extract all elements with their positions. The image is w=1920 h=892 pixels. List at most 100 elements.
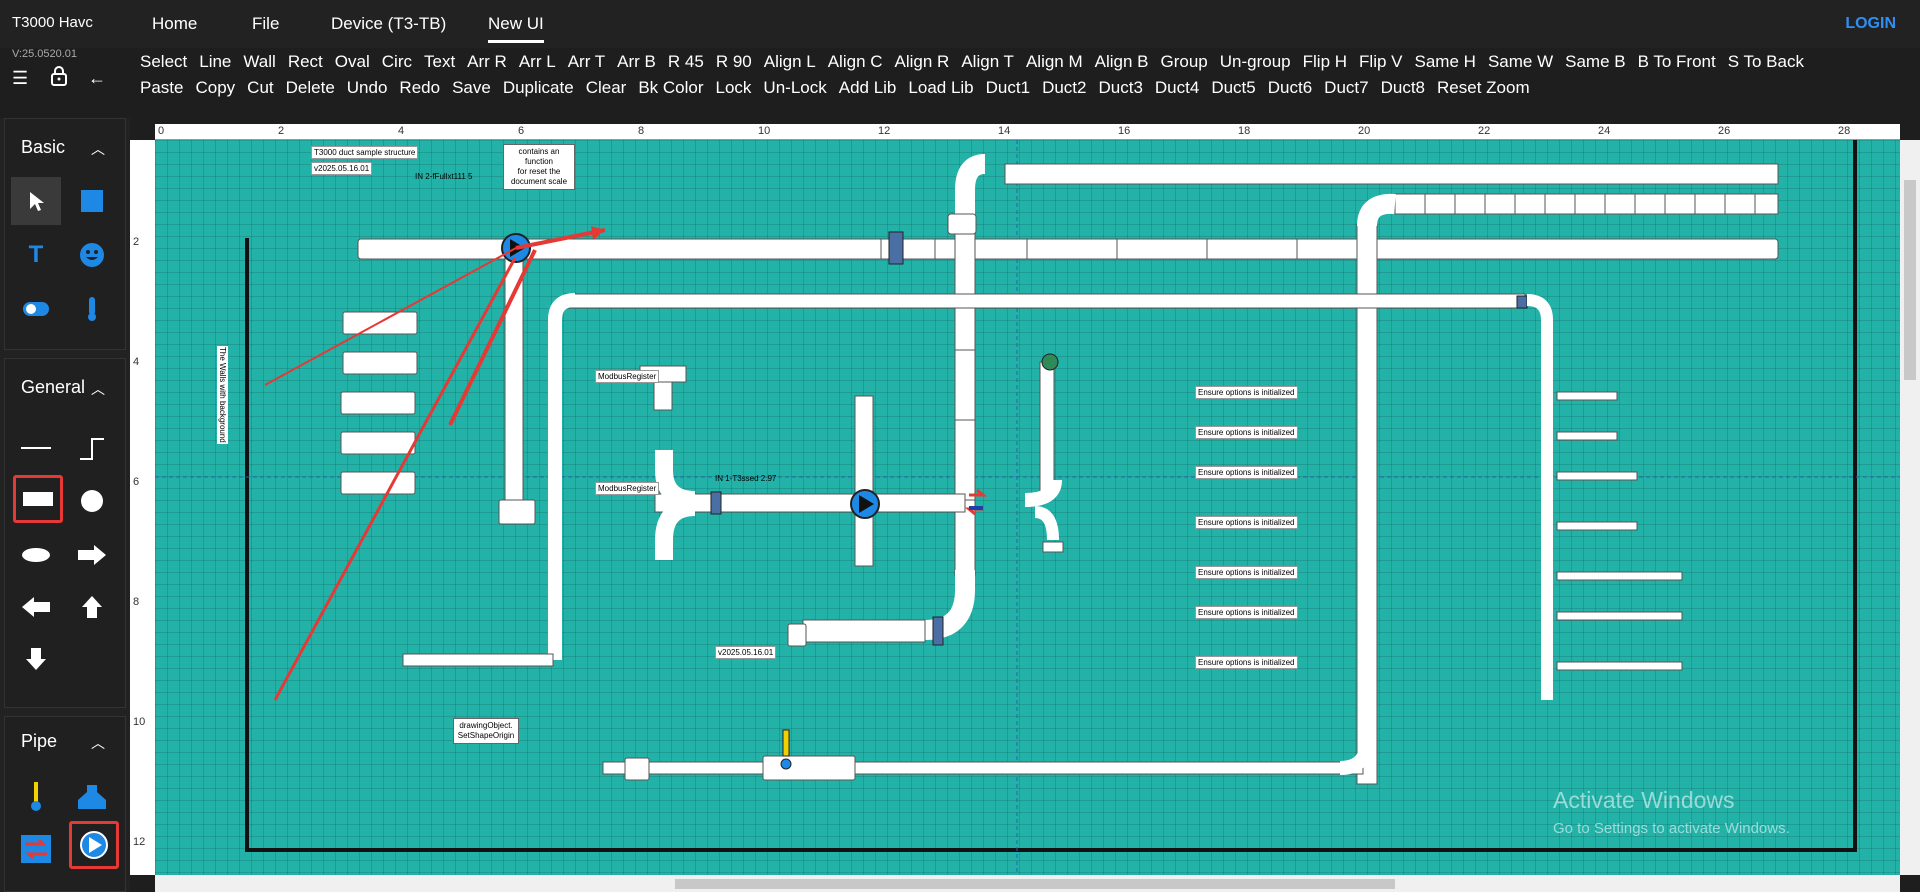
chevron-up-icon[interactable]: ︿ (91, 379, 105, 399)
pump2-label[interactable]: IN 1-T3ssed 2.97 (715, 474, 776, 483)
toolbar-button-align-b[interactable]: Align B (1095, 52, 1149, 72)
toolbar-button-delete[interactable]: Delete (286, 78, 335, 98)
ensure-label[interactable]: Ensure options is initialized (1195, 386, 1298, 399)
tab-new-ui[interactable]: New UI (488, 14, 544, 43)
select-tool-icon[interactable] (11, 177, 61, 225)
toolbar-button-duct1[interactable]: Duct1 (986, 78, 1030, 98)
toolbar-button-duct7[interactable]: Duct7 (1324, 78, 1368, 98)
toolbar-button-duplicate[interactable]: Duplicate (503, 78, 574, 98)
toolbar-button-same-w[interactable]: Same W (1488, 52, 1553, 72)
version-label-2[interactable]: v2025.05.16.01 (715, 646, 777, 659)
toolbar-button-undo[interactable]: Undo (347, 78, 388, 98)
toolbar-button-flip-v[interactable]: Flip V (1359, 52, 1402, 72)
arrow-down-tool-icon[interactable] (11, 635, 61, 683)
toolbar-button-duct5[interactable]: Duct5 (1211, 78, 1255, 98)
toolbar-button-same-h[interactable]: Same H (1415, 52, 1476, 72)
rect-tool-icon[interactable] (67, 177, 117, 225)
toolbar-button-paste[interactable]: Paste (140, 78, 183, 98)
toolbar-button-bk-color[interactable]: Bk Color (638, 78, 703, 98)
toolbar-button-clear[interactable]: Clear (586, 78, 627, 98)
note-reset-scale[interactable]: contains an function for reset the docum… (503, 144, 575, 190)
toolbar-button-copy[interactable]: Copy (195, 78, 235, 98)
toolbar-button-group[interactable]: Group (1161, 52, 1208, 72)
toolbar-button-reset-zoom[interactable]: Reset Zoom (1437, 78, 1530, 98)
toolbar-button-circ[interactable]: Circ (382, 52, 412, 72)
login-button[interactable]: LOGIN (1845, 15, 1896, 33)
toolbar-button-un-lock[interactable]: Un-Lock (763, 78, 826, 98)
toolbar-button-line[interactable]: Line (199, 52, 231, 72)
horizontal-scrollbar[interactable] (155, 875, 1900, 892)
toolbar-button-cut[interactable]: Cut (247, 78, 273, 98)
heat-exchanger-tool-icon[interactable] (11, 825, 61, 873)
modbus-label[interactable]: ModbusRegister (595, 482, 660, 495)
ensure-label[interactable]: Ensure options is initialized (1195, 426, 1298, 439)
vertical-scrollbar[interactable] (1900, 140, 1920, 875)
toolbar-button-align-l[interactable]: Align L (764, 52, 816, 72)
arrow-up-tool-icon[interactable] (67, 583, 117, 631)
circle-tool-icon[interactable] (67, 477, 117, 525)
toolbar-button-lock[interactable]: Lock (716, 78, 752, 98)
scroll-thumb[interactable] (1904, 180, 1916, 380)
version-label[interactable]: v2025.05.16.01 (311, 162, 373, 175)
ensure-label[interactable]: Ensure options is initialized (1195, 466, 1298, 479)
drawing-canvas[interactable]: T3000 duct sample structure v2025.05.16.… (155, 140, 1900, 875)
toolbar-button-load-lib[interactable]: Load Lib (908, 78, 973, 98)
toolbar-button-add-lib[interactable]: Add Lib (839, 78, 897, 98)
ensure-label[interactable]: Ensure options is initialized (1195, 656, 1298, 669)
text-tool-icon[interactable]: T (11, 231, 61, 279)
arrow-left-tool-icon[interactable] (11, 583, 61, 631)
arrow-right-tool-icon[interactable] (67, 531, 117, 579)
toolbar-button-duct8[interactable]: Duct8 (1381, 78, 1425, 98)
toolbar-button-b-to-front[interactable]: B To Front (1638, 52, 1716, 72)
modbus-label[interactable]: ModbusRegister (595, 370, 660, 383)
sensor-tool-icon[interactable] (11, 773, 61, 821)
toolbar-button-align-r[interactable]: Align R (895, 52, 950, 72)
scroll-thumb[interactable] (675, 879, 1395, 889)
toolbar-button-text[interactable]: Text (424, 52, 455, 72)
emoji-tool-icon[interactable] (67, 231, 117, 279)
toggle-tool-icon[interactable] (11, 285, 61, 333)
step-line-tool-icon[interactable] (67, 425, 117, 473)
vertical-note[interactable]: The Walls with background (217, 346, 228, 444)
menu-icon[interactable]: ☰ (12, 68, 28, 89)
toolbar-button-duct6[interactable]: Duct6 (1268, 78, 1312, 98)
damper-tool-icon[interactable] (67, 773, 117, 821)
toolbar-button-flip-h[interactable]: Flip H (1303, 52, 1347, 72)
ensure-label[interactable]: Ensure options is initialized (1195, 606, 1298, 619)
pump-label[interactable]: IN 2-fFullxt111 5 (415, 172, 473, 181)
toolbar-button-arr-t[interactable]: Arr T (568, 52, 605, 72)
toolbar-button-align-c[interactable]: Align C (828, 52, 883, 72)
toolbar-button-same-b[interactable]: Same B (1565, 52, 1625, 72)
ensure-label[interactable]: Ensure options is initialized (1195, 566, 1298, 579)
toolbar-button-select[interactable]: Select (140, 52, 187, 72)
chevron-up-icon[interactable]: ︿ (91, 733, 105, 753)
tab-device[interactable]: Device (T3-TB) (331, 14, 446, 34)
drawing-note[interactable]: drawingObject. SetShapeOrigin (453, 718, 519, 744)
toolbar-button-duct3[interactable]: Duct3 (1098, 78, 1142, 98)
lock-icon[interactable] (50, 66, 68, 91)
title-label[interactable]: T3000 duct sample structure (311, 146, 419, 159)
toolbar-button-duct4[interactable]: Duct4 (1155, 78, 1199, 98)
toolbar-button-wall[interactable]: Wall (243, 52, 275, 72)
chevron-up-icon[interactable]: ︿ (91, 139, 105, 159)
toolbar-button-oval[interactable]: Oval (335, 52, 370, 72)
toolbar-button-redo[interactable]: Redo (399, 78, 440, 98)
ensure-label[interactable]: Ensure options is initialized (1195, 516, 1298, 529)
toolbar-button-align-m[interactable]: Align M (1026, 52, 1083, 72)
toolbar-button-save[interactable]: Save (452, 78, 491, 98)
thermometer-tool-icon[interactable] (67, 285, 117, 333)
toolbar-button-rect[interactable]: Rect (288, 52, 323, 72)
toolbar-button-arr-r[interactable]: Arr R (467, 52, 507, 72)
back-arrow-icon[interactable]: ← (88, 68, 106, 89)
toolbar-button-arr-l[interactable]: Arr L (519, 52, 556, 72)
tab-file[interactable]: File (252, 14, 279, 34)
toolbar-button-align-t[interactable]: Align T (961, 52, 1014, 72)
toolbar-button-duct2[interactable]: Duct2 (1042, 78, 1086, 98)
toolbar-button-r-45[interactable]: R 45 (668, 52, 704, 72)
tab-home[interactable]: Home (152, 14, 197, 34)
pump-tool-icon[interactable] (69, 821, 119, 869)
line-tool-icon[interactable] (11, 425, 61, 473)
toolbar-button-r-90[interactable]: R 90 (716, 52, 752, 72)
toolbar-button-s-to-back[interactable]: S To Back (1728, 52, 1804, 72)
toolbar-button-un-group[interactable]: Un-group (1220, 52, 1291, 72)
